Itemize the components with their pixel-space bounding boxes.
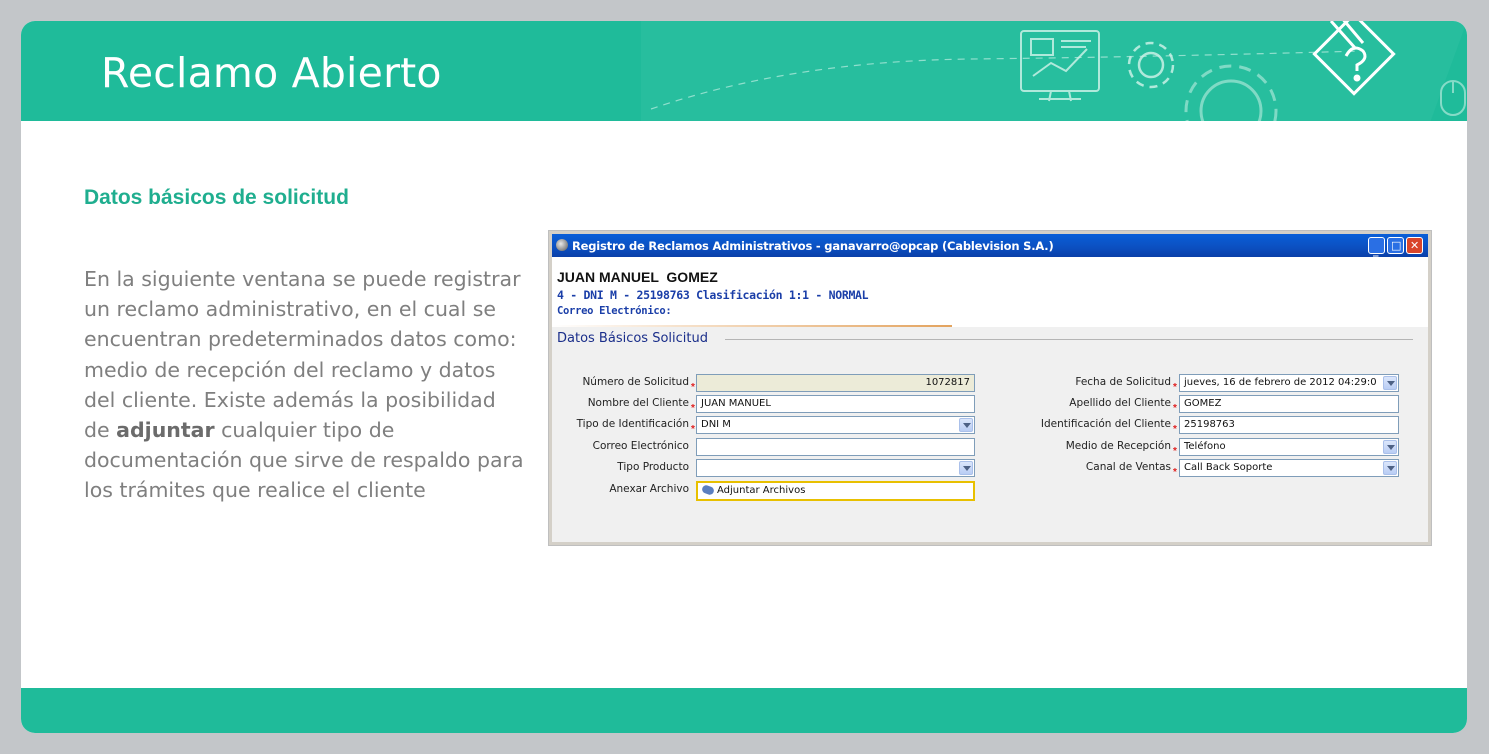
chevron-down-icon[interactable]	[1383, 376, 1397, 390]
chevron-down-icon[interactable]	[959, 461, 973, 475]
window-titlebar: Registro de Reclamos Administrativos - g…	[552, 234, 1428, 257]
apellido-cliente-input[interactable]: GOMEZ	[1179, 395, 1399, 413]
chevron-down-icon[interactable]	[1383, 440, 1397, 454]
required-marker: *	[1173, 424, 1177, 435]
label-correo-electronico: Correo Electrónico	[592, 440, 689, 452]
required-marker: *	[1173, 403, 1177, 414]
description-part-1: En la siguiente ventana se puede registr…	[84, 267, 521, 443]
slide: Reclamo Abierto Datos básicos de solicit…	[21, 21, 1467, 733]
fecha-solicitud-select[interactable]: jueves, 16 de febrero de 2012 04:29:0	[1179, 374, 1399, 392]
required-marker: *	[1173, 446, 1177, 457]
client-email-line: Correo Electrónico:	[557, 305, 672, 317]
divider	[725, 339, 1413, 340]
required-marker: *	[691, 424, 695, 435]
chevron-down-icon[interactable]	[1383, 461, 1397, 475]
nombre-cliente-input[interactable]: JUAN MANUEL	[696, 395, 975, 413]
claim-registration-window-screenshot: Registro de Reclamos Administrativos - g…	[548, 230, 1432, 546]
attach-files-button[interactable]: Adjuntar Archivos	[696, 481, 975, 501]
required-marker: *	[1173, 382, 1177, 393]
footer-bar	[21, 688, 1467, 733]
banner-decoration-icons	[641, 21, 1467, 121]
tipo-producto-select[interactable]	[696, 459, 975, 477]
required-marker: *	[691, 382, 695, 393]
medio-recepcion-select[interactable]: Teléfono	[1179, 438, 1399, 456]
medio-recepcion-value: Teléfono	[1184, 441, 1226, 452]
required-marker: *	[1173, 467, 1177, 478]
app-icon	[556, 239, 568, 251]
page-title: Reclamo Abierto	[101, 49, 442, 97]
section-title: Datos básicos de solicitud	[84, 186, 349, 209]
client-info-panel: JUAN MANUEL GOMEZ 4 - DNI M - 25198763 C…	[552, 257, 1428, 327]
label-anexar-archivo: Anexar Archivo	[609, 483, 689, 495]
numero-solicitud-field: 1072817	[696, 374, 975, 392]
label-identificacion-cliente: Identificación del Cliente	[1040, 418, 1171, 430]
form-group-title: Datos Básicos Solicitud	[557, 331, 708, 346]
correo-electronico-input[interactable]	[696, 438, 975, 456]
label-numero-solicitud: Número de Solicitud	[582, 376, 689, 388]
label-apellido-cliente: Apellido del Cliente	[1069, 397, 1171, 409]
mouse-icon	[1440, 80, 1466, 116]
required-marker: *	[691, 403, 695, 414]
label-nombre-cliente: Nombre del Cliente	[587, 397, 689, 409]
description-emphasis: adjuntar	[116, 418, 215, 443]
divider	[552, 325, 952, 327]
label-medio-recepcion: Medio de Recepción	[1065, 440, 1171, 452]
description-text: En la siguiente ventana se puede registr…	[84, 264, 524, 506]
chevron-down-icon[interactable]	[959, 418, 973, 432]
label-canal-ventas: Canal de Ventas	[1085, 461, 1171, 473]
attach-files-label: Adjuntar Archivos	[717, 485, 806, 496]
identificacion-cliente-input[interactable]: 25198763	[1179, 416, 1399, 434]
paperclip-icon	[700, 484, 716, 496]
tipo-identificacion-select[interactable]: DNI M	[696, 416, 975, 434]
fecha-solicitud-value: jueves, 16 de febrero de 2012 04:29:0	[1184, 377, 1377, 388]
tipo-identificacion-value: DNI M	[701, 419, 731, 430]
window-title: Registro de Reclamos Administrativos - g…	[572, 239, 1054, 253]
label-tipo-producto: Tipo Producto	[617, 461, 689, 473]
maximize-icon[interactable]: □	[1387, 237, 1404, 254]
close-icon[interactable]: ✕	[1406, 237, 1423, 254]
canal-ventas-select[interactable]: Call Back Soporte	[1179, 459, 1399, 477]
label-fecha-solicitud: Fecha de Solicitud	[1075, 376, 1171, 388]
client-name: JUAN MANUEL GOMEZ	[557, 269, 718, 285]
client-id-line: 4 - DNI M - 25198763 Clasificación 1:1 -…	[557, 288, 869, 302]
minimize-icon[interactable]: _	[1368, 237, 1385, 257]
label-tipo-identificacion: Tipo de Identificación	[576, 418, 689, 430]
header-banner: Reclamo Abierto	[21, 21, 1467, 121]
canal-ventas-value: Call Back Soporte	[1184, 462, 1273, 473]
